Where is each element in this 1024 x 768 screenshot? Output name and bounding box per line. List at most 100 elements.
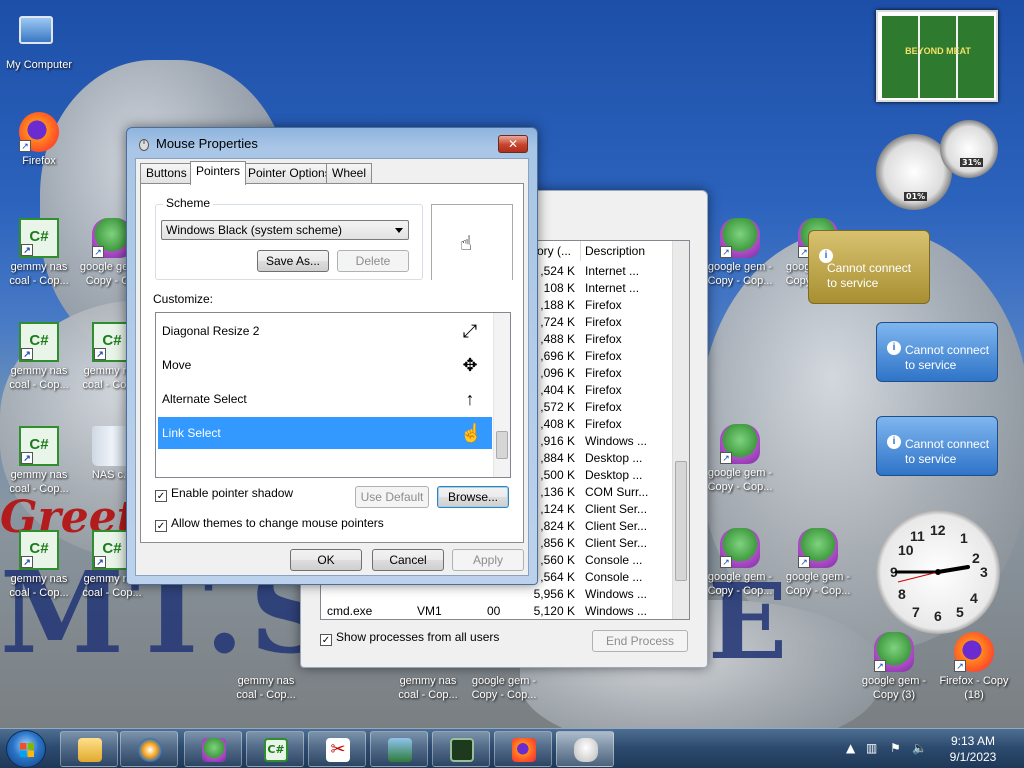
taskbar-snipping-tool[interactable]: ✂	[308, 731, 366, 767]
mouse-icon	[139, 139, 149, 151]
mouse-properties-window[interactable]: Mouse Properties ✕ Buttons Pointers Poin…	[126, 127, 538, 585]
frog-icon: ↗	[720, 424, 760, 464]
icon-label: google gem - Copy - Cop...	[785, 571, 851, 597]
ok-button[interactable]: OK	[290, 549, 362, 571]
cursor-list-scrollbar[interactable]	[493, 313, 510, 477]
diagonal-resize-icon: ⤢	[462, 321, 478, 341]
cpu-meter-gadget[interactable]: 01% 31%	[876, 120, 1000, 212]
icon-label: google gem - Copy - Cop...	[707, 467, 773, 493]
icon-label: google gem - Copy (3)	[861, 675, 927, 701]
taskbar-clock[interactable]: 9:13 AM 9/1/2023	[940, 733, 1006, 765]
feed-gadget-2[interactable]: i Cannot connect to service	[876, 416, 998, 476]
cell-mem: 5,120 K	[533, 604, 575, 618]
use-default-button[interactable]: Use Default	[355, 486, 429, 508]
enable-shadow-checkbox[interactable]: ✓ Enable pointer shadow	[155, 486, 293, 502]
desktop-icon-gemmy[interactable]: C# ↗ gemmy nas coal - Cop...	[1, 322, 77, 392]
taskbar-csharp-app[interactable]: C#	[246, 731, 304, 767]
icon-label: gemmy nas coal - Cop...	[9, 261, 69, 287]
tab-buttons[interactable]: Buttons	[140, 163, 193, 184]
weather-gadget[interactable]: i Cannot connect to service	[808, 230, 930, 304]
taskbar: C# ✂ ▲ ▥ ⚑ 🔈 9:13 AM 9/1/2023	[0, 728, 1024, 768]
desktop-icon-google-gem-copy-3[interactable]: ↗ google gem - Copy (3)	[856, 632, 932, 702]
cancel-button[interactable]: Cancel	[372, 549, 444, 571]
show-hidden-icons-chevron-up-icon[interactable]: ▲	[846, 741, 855, 755]
desktop-icon-google-gem[interactable]: ↗ google gem - Copy - Cop...	[780, 528, 856, 598]
process-list-scrollbar[interactable]	[672, 241, 689, 619]
table-row[interactable]: 5,956 K Windows ...	[321, 586, 673, 603]
taskbar-photo-viewer[interactable]	[370, 731, 428, 767]
desktop-icon-google-gem[interactable]: ↗ google gem - Copy - Cop...	[702, 424, 778, 494]
column-header-description[interactable]: Description	[581, 241, 673, 261]
allow-themes-checkbox[interactable]: ✓ Allow themes to change mouse pointers	[155, 516, 384, 532]
icon-label: Firefox	[22, 155, 56, 167]
feed-gadget-1[interactable]: i Cannot connect to service	[876, 322, 998, 382]
save-as-button[interactable]: Save As...	[257, 250, 329, 272]
firefox-icon: ↗	[19, 112, 59, 152]
cell-desc: Console ...	[585, 553, 643, 567]
cursor-name: Alternate Select	[162, 392, 247, 406]
desktop-icon-firefox[interactable]: ↗ Firefox	[1, 112, 77, 168]
desktop: Greetin MT.S E My Computer ↗ Firefox C# ↗…	[0, 0, 1024, 728]
desktop-icon-gemmy[interactable]: C# ↗ gemmy nas coal - Cop...	[1, 426, 77, 496]
end-process-button[interactable]: End Process	[592, 630, 688, 652]
action-center-flag-icon[interactable]: ⚑	[890, 741, 901, 755]
cell-desc: Firefox	[585, 383, 622, 397]
list-item[interactable]: Move ✥	[158, 349, 492, 381]
taskbar-frog-app[interactable]	[184, 731, 242, 767]
desktop-icon-gemmy[interactable]: C# ↗ gemmy nas coal - Cop...	[1, 218, 77, 288]
cell-desc: Windows ...	[585, 434, 648, 448]
taskbar-explorer[interactable]	[60, 731, 118, 767]
tab-pointers[interactable]: Pointers	[190, 161, 247, 185]
table-row[interactable]: cmd.exe VM1 00 5,120 K Windows ...	[321, 603, 673, 620]
title-bar[interactable]: Mouse Properties ✕	[127, 128, 537, 158]
desktop-icon-my-computer[interactable]: My Computer	[1, 10, 77, 72]
info-icon: i	[887, 435, 901, 449]
icon-label: gemmy nas coal - Cop...	[398, 675, 458, 701]
cell-desc: Internet ...	[585, 281, 640, 295]
close-icon: ✕	[507, 137, 519, 151]
delete-button[interactable]: Delete	[337, 250, 409, 272]
taskbar-mouse-properties[interactable]	[556, 731, 614, 767]
firefox-icon: ↗	[954, 632, 994, 672]
icon-label: google gem - Copy - Cop...	[471, 675, 537, 701]
list-item-selected[interactable]: Link Select ☝	[158, 417, 492, 449]
volume-icon[interactable]: 🔈	[912, 741, 927, 755]
clock-gadget[interactable]: 12 1 2 3 4 5 6 7 8 9 10 11	[876, 510, 1000, 634]
cursor-list[interactable]: Diagonal Resize 2 ⤢ Move ✥ Alternate Sel…	[155, 312, 511, 478]
desktop-icon-google-gem[interactable]: ↗ google gem - Copy - Cop...	[702, 218, 778, 288]
icon-label: gemmy nas coal - Cop...	[9, 469, 69, 495]
pointer-preview: ☝	[431, 204, 513, 280]
taskbar-media-player[interactable]	[120, 731, 178, 767]
show-all-processes-checkbox[interactable]: ✓ Show processes from all users	[320, 630, 499, 646]
column-header-memory[interactable]: ory (...	[533, 241, 581, 261]
desktop-icon-gemmy[interactable]: C# ↗ gemmy nas coal - Cop...	[1, 530, 77, 600]
start-button[interactable]	[6, 730, 46, 768]
taskbar-task-manager[interactable]	[432, 731, 490, 767]
tab-wheel[interactable]: Wheel	[326, 163, 373, 184]
checkbox-box: ✓	[320, 634, 332, 646]
scheme-dropdown[interactable]: Windows Black (system scheme)	[161, 220, 409, 240]
cursor-name: Move	[162, 358, 192, 372]
list-item[interactable]: Diagonal Resize 2 ⤢	[158, 315, 492, 347]
list-item[interactable]: Alternate Select ↑	[158, 383, 492, 415]
mouse-icon	[574, 738, 598, 762]
icon-label: google gem - Copy - Cop...	[707, 571, 773, 597]
checkbox-label: Show processes from all users	[336, 630, 500, 644]
tab-pointer-options[interactable]: Pointer Options	[242, 163, 337, 184]
desktop-icon-gemmy[interactable]: C# gemmy nas coal - Cop...	[228, 632, 304, 702]
folder-icon	[78, 738, 102, 762]
desktop-icon-firefox-copy-18[interactable]: ↗ Firefox - Copy (18)	[936, 632, 1012, 702]
frog-icon: ↗	[720, 528, 760, 568]
desktop-icon-google-gem[interactable]: ↗ google gem - Copy - Cop...	[702, 528, 778, 598]
close-button[interactable]: ✕	[498, 135, 528, 153]
taskbar-firefox[interactable]	[494, 731, 552, 767]
cell-desc: Console ...	[585, 570, 643, 584]
slideshow-gadget[interactable]: BEYOND MEAT	[876, 10, 998, 102]
apply-button[interactable]: Apply	[452, 549, 524, 571]
cell-desc: Client Ser...	[585, 536, 648, 550]
cpu-percent: 01%	[904, 192, 928, 201]
network-icon[interactable]: ▥	[866, 741, 877, 755]
cell-image: cmd.exe	[327, 604, 373, 618]
browse-button[interactable]: Browse...	[437, 486, 509, 508]
icon-label: gemmy nas coal - Cop...	[9, 573, 69, 599]
